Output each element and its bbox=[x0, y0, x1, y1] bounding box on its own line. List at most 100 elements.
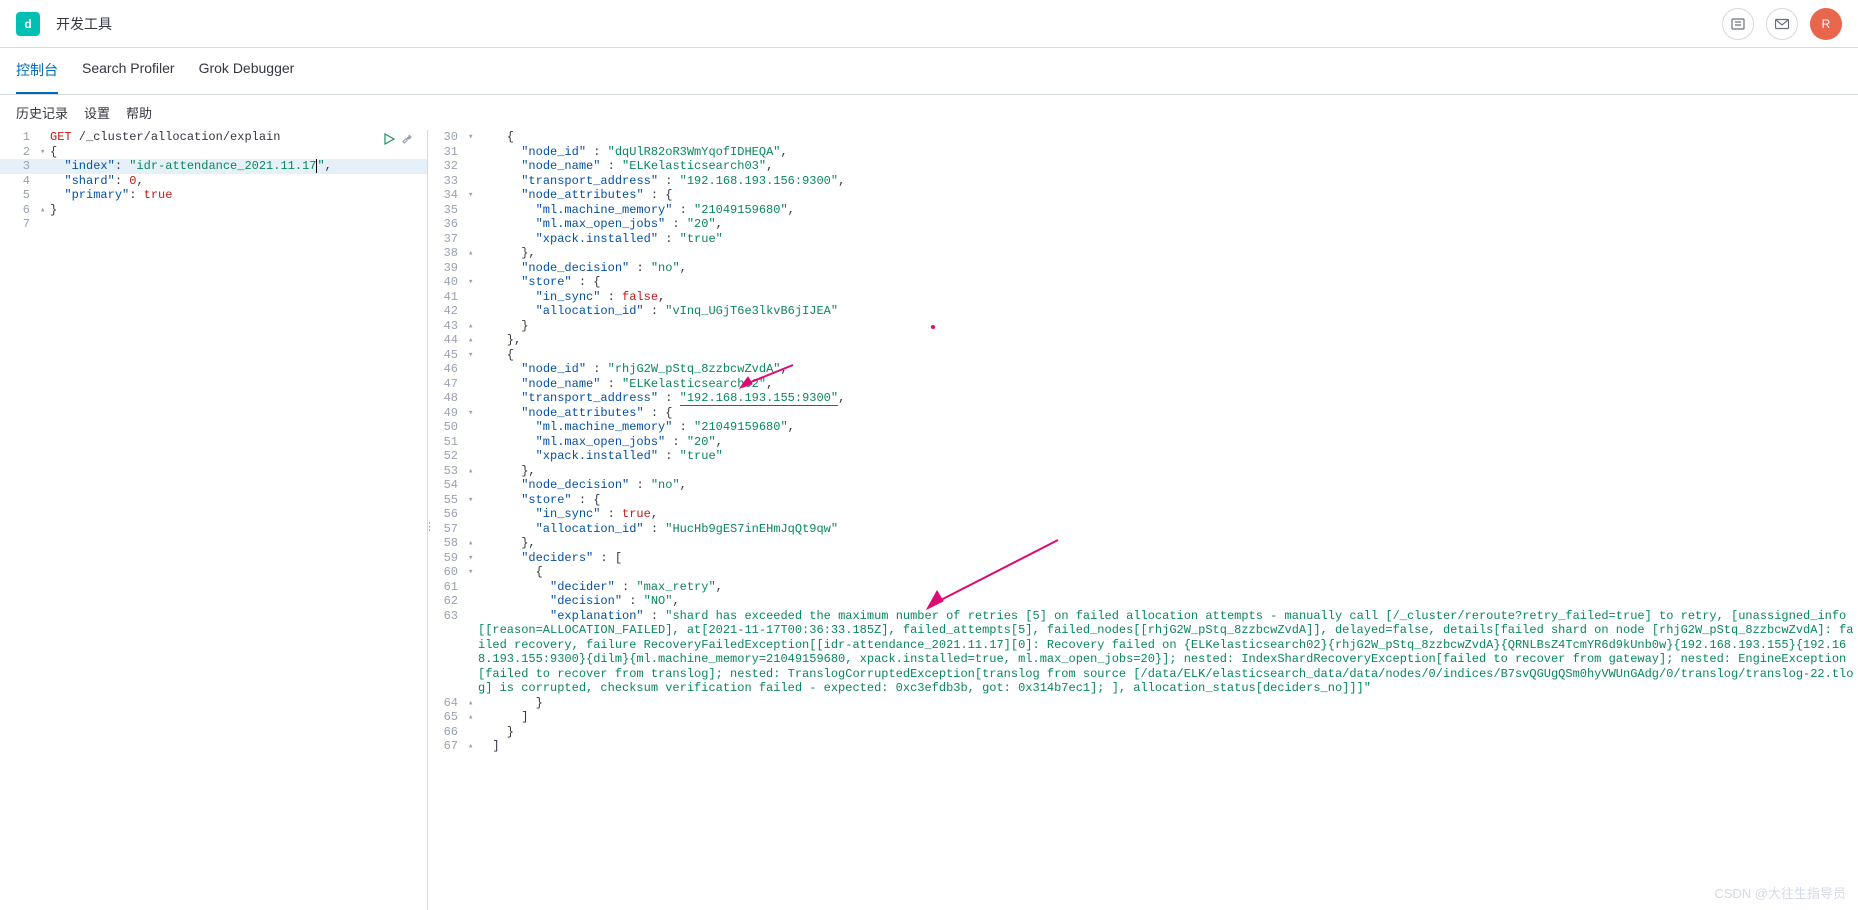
main: 1GET /_cluster/allocation/explain2▾{3 "i… bbox=[0, 130, 1858, 910]
code-content: } bbox=[478, 696, 1858, 711]
code-line[interactable]: 31 "node_id" : "dqUlR82oR3WmYqofIDHEQA", bbox=[428, 145, 1858, 160]
line-number: 41 bbox=[428, 290, 468, 305]
fold-toggle[interactable]: ▾ bbox=[468, 493, 478, 508]
line-number: 38 bbox=[428, 246, 468, 261]
code-line[interactable]: 66 } bbox=[428, 725, 1858, 740]
code-content: "in_sync" : false, bbox=[478, 290, 1858, 305]
tab-search-profiler[interactable]: Search Profiler bbox=[82, 48, 175, 94]
fold-toggle[interactable]: ▴ bbox=[468, 536, 478, 551]
fold-toggle[interactable]: ▴ bbox=[468, 696, 478, 711]
line-number: 37 bbox=[428, 232, 468, 247]
code-line[interactable]: 2▾{ bbox=[0, 145, 427, 160]
code-line[interactable]: 65▴ ] bbox=[428, 710, 1858, 725]
tab-console[interactable]: 控制台 bbox=[16, 48, 58, 94]
code-line[interactable]: 55▾ "store" : { bbox=[428, 493, 1858, 508]
fold-toggle[interactable]: ▴ bbox=[468, 319, 478, 334]
code-line[interactable]: 50 "ml.machine_memory" : "21049159680", bbox=[428, 420, 1858, 435]
code-line[interactable]: 32 "node_name" : "ELKelasticsearch03", bbox=[428, 159, 1858, 174]
fold-toggle[interactable]: ▴ bbox=[468, 333, 478, 348]
mail-icon[interactable] bbox=[1766, 8, 1798, 40]
code-line[interactable]: 1GET /_cluster/allocation/explain bbox=[0, 130, 427, 145]
code-content: { bbox=[478, 348, 1858, 363]
code-line[interactable]: 35 "ml.machine_memory" : "21049159680", bbox=[428, 203, 1858, 218]
code-content: "transport_address" : "192.168.193.156:9… bbox=[478, 174, 1858, 189]
fold-toggle[interactable]: ▴ bbox=[40, 203, 50, 218]
avatar[interactable]: R bbox=[1810, 8, 1842, 40]
code-line[interactable]: 42 "allocation_id" : "vInq_UGjT6e3lkvB6j… bbox=[428, 304, 1858, 319]
code-content: "transport_address" : "192.168.193.155:9… bbox=[478, 391, 1858, 406]
code-line[interactable]: 43▴ } bbox=[428, 319, 1858, 334]
code-content: "primary": true bbox=[50, 188, 427, 203]
code-line[interactable]: 46 "node_id" : "rhjG2W_pStq_8zzbcwZvdA", bbox=[428, 362, 1858, 377]
code-line[interactable]: 52 "xpack.installed" : "true" bbox=[428, 449, 1858, 464]
fold-toggle[interactable]: ▾ bbox=[468, 275, 478, 290]
code-line[interactable]: 63 "explanation" : "shard has exceeded t… bbox=[428, 609, 1858, 696]
code-line[interactable]: 60▾ { bbox=[428, 565, 1858, 580]
line-number: 34 bbox=[428, 188, 468, 203]
fold-toggle[interactable]: ▾ bbox=[468, 130, 478, 145]
fold-toggle[interactable]: ▾ bbox=[468, 348, 478, 363]
code-line[interactable]: 40▾ "store" : { bbox=[428, 275, 1858, 290]
wrench-icon[interactable] bbox=[401, 132, 413, 148]
code-line[interactable]: 4 "shard": 0, bbox=[0, 174, 427, 189]
code-line[interactable]: 5 "primary": true bbox=[0, 188, 427, 203]
code-line[interactable]: 30▾ { bbox=[428, 130, 1858, 145]
fold-toggle[interactable]: ▴ bbox=[468, 464, 478, 479]
code-line[interactable]: 61 "decider" : "max_retry", bbox=[428, 580, 1858, 595]
code-line[interactable]: 44▴ }, bbox=[428, 333, 1858, 348]
code-line[interactable]: 45▾ { bbox=[428, 348, 1858, 363]
news-icon[interactable] bbox=[1722, 8, 1754, 40]
splitter-handle[interactable]: ⋮ bbox=[428, 520, 435, 533]
fold-toggle[interactable]: ▴ bbox=[468, 710, 478, 725]
code-line[interactable]: 7 bbox=[0, 217, 427, 232]
code-line[interactable]: 36 "ml.max_open_jobs" : "20", bbox=[428, 217, 1858, 232]
code-line[interactable]: 57 "allocation_id" : "HucHb9gES7inEHmJqQ… bbox=[428, 522, 1858, 537]
fold-toggle[interactable]: ▴ bbox=[468, 246, 478, 261]
code-line[interactable]: 59▾ "deciders" : [ bbox=[428, 551, 1858, 566]
code-line[interactable]: 41 "in_sync" : false, bbox=[428, 290, 1858, 305]
code-content: "node_name" : "ELKelasticsearch03", bbox=[478, 159, 1858, 174]
breadcrumb: 开发工具 bbox=[56, 14, 112, 34]
response-viewer[interactable]: ⋮ 30▾ {31 "node_id" : "dqUlR82oR3WmYqofI… bbox=[428, 130, 1858, 910]
fold-toggle[interactable]: ▾ bbox=[468, 551, 478, 566]
fold-toggle bbox=[468, 725, 478, 740]
subnav-settings[interactable]: 设置 bbox=[84, 103, 110, 122]
code-line[interactable]: 56 "in_sync" : true, bbox=[428, 507, 1858, 522]
fold-toggle[interactable]: ▾ bbox=[40, 145, 50, 160]
code-line[interactable]: 53▴ }, bbox=[428, 464, 1858, 479]
code-line[interactable]: 37 "xpack.installed" : "true" bbox=[428, 232, 1858, 247]
code-line[interactable]: 33 "transport_address" : "192.168.193.15… bbox=[428, 174, 1858, 189]
code-line[interactable]: 51 "ml.max_open_jobs" : "20", bbox=[428, 435, 1858, 450]
code-content: "ml.machine_memory" : "21049159680", bbox=[478, 420, 1858, 435]
line-number: 36 bbox=[428, 217, 468, 232]
code-line[interactable]: 38▴ }, bbox=[428, 246, 1858, 261]
fold-toggle[interactable]: ▾ bbox=[468, 188, 478, 203]
fold-toggle[interactable]: ▾ bbox=[468, 565, 478, 580]
code-line[interactable]: 3 "index": "idr-attendance_2021.11.17", bbox=[0, 159, 427, 174]
code-line[interactable]: 67▴ ] bbox=[428, 739, 1858, 754]
fold-toggle[interactable]: ▴ bbox=[468, 739, 478, 754]
request-editor[interactable]: 1GET /_cluster/allocation/explain2▾{3 "i… bbox=[0, 130, 428, 910]
line-number: 7 bbox=[0, 217, 40, 232]
code-line[interactable]: 64▴ } bbox=[428, 696, 1858, 711]
code-line[interactable]: 34▾ "node_attributes" : { bbox=[428, 188, 1858, 203]
code-line[interactable]: 47 "node_name" : "ELKelasticsearch02", bbox=[428, 377, 1858, 392]
code-line[interactable]: 39 "node_decision" : "no", bbox=[428, 261, 1858, 276]
code-line[interactable]: 58▴ }, bbox=[428, 536, 1858, 551]
code-content: "node_decision" : "no", bbox=[478, 478, 1858, 493]
tab-grok-debugger[interactable]: Grok Debugger bbox=[199, 48, 295, 94]
line-number: 61 bbox=[428, 580, 468, 595]
code-line[interactable]: 49▾ "node_attributes" : { bbox=[428, 406, 1858, 421]
code-line[interactable]: 6▴} bbox=[0, 203, 427, 218]
fold-toggle[interactable]: ▾ bbox=[468, 406, 478, 421]
code-line[interactable]: 62 "decision" : "NO", bbox=[428, 594, 1858, 609]
code-line[interactable]: 48 "transport_address" : "192.168.193.15… bbox=[428, 391, 1858, 406]
code-content: }, bbox=[478, 464, 1858, 479]
subnav-help[interactable]: 帮助 bbox=[126, 103, 152, 122]
code-content: }, bbox=[478, 246, 1858, 261]
line-number: 46 bbox=[428, 362, 468, 377]
play-icon[interactable] bbox=[383, 132, 395, 148]
code-line[interactable]: 54 "node_decision" : "no", bbox=[428, 478, 1858, 493]
app-logo[interactable]: d bbox=[16, 12, 40, 36]
subnav-history[interactable]: 历史记录 bbox=[16, 103, 68, 122]
